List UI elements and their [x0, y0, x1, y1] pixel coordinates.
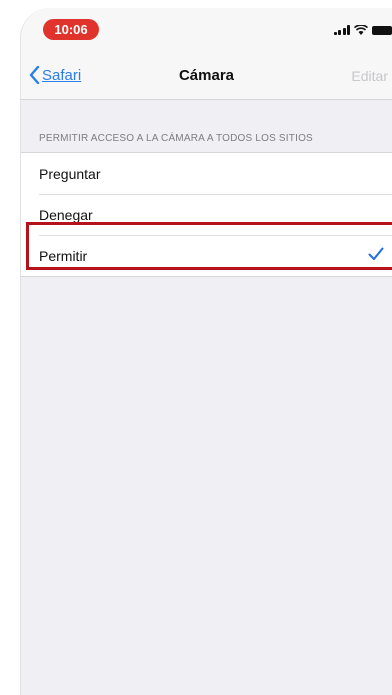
navigation-bar: Safari Cámara Editar: [21, 52, 392, 100]
page-title: Cámara: [178, 67, 235, 84]
edit-button[interactable]: Editar: [351, 68, 388, 84]
option-denegar[interactable]: Denegar: [21, 194, 392, 235]
status-icons: [333, 23, 392, 35]
battery-icon: [372, 26, 392, 35]
checkmark-icon: [368, 247, 384, 264]
option-permitir[interactable]: Permitir: [21, 235, 392, 276]
section-header: PERMITIR ACCESO A LA CÁMARA A TODOS LOS …: [39, 133, 313, 144]
phone-screen: 10:06 Safari Cámara Editar PERMITIR ACCE…: [20, 8, 392, 695]
wifi-icon: [354, 25, 368, 35]
option-label: Denegar: [39, 206, 93, 223]
option-label: Permitir: [39, 247, 88, 264]
options-list: Preguntar Denegar Permitir: [21, 152, 392, 277]
status-bar: 10:06: [21, 8, 392, 52]
option-label: Preguntar: [39, 165, 101, 182]
status-time: 10:06: [43, 19, 99, 40]
option-preguntar[interactable]: Preguntar: [21, 153, 392, 194]
signal-icon: [333, 25, 350, 35]
